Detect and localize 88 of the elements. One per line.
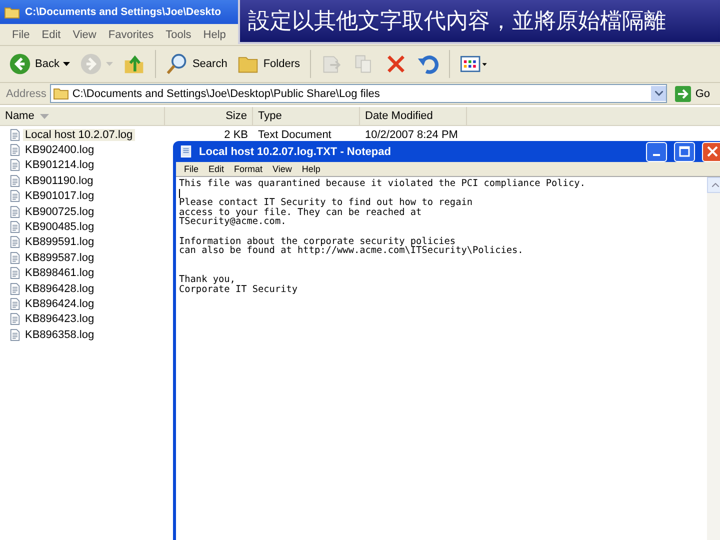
text-file-icon: [10, 128, 20, 141]
file-date: 10/2/2007 8:24 PM: [364, 128, 459, 142]
text-file-icon: [10, 267, 20, 280]
file-name[interactable]: KB901017.log: [23, 190, 96, 202]
text-file-icon: [10, 298, 20, 310]
menu-item[interactable]: View: [268, 164, 297, 174]
text-file-icon: [10, 206, 20, 218]
caret-icon: [63, 62, 70, 66]
text-file-icon: [10, 328, 20, 341]
undo-icon: [417, 53, 440, 75]
menu-item[interactable]: Help: [197, 28, 232, 40]
scrollbar[interactable]: [707, 177, 720, 540]
go-button[interactable]: Go: [671, 86, 714, 102]
text-file-icon: [10, 252, 20, 264]
text-file-icon: [10, 174, 20, 187]
menu-item[interactable]: Format: [229, 164, 268, 174]
file-name[interactable]: KB900485.log: [23, 221, 96, 234]
caption: 設定以其他文字取代內容，並將原始檔隔離: [248, 8, 666, 36]
text-file-icon: [10, 190, 20, 202]
go-arrow-icon: [675, 86, 692, 102]
file-type: Text Document: [257, 128, 332, 142]
search-icon: [166, 53, 188, 75]
minimize-icon: [653, 154, 660, 156]
close-button[interactable]: [702, 142, 720, 162]
menu-item[interactable]: File: [6, 28, 36, 40]
text-line: can also be found at http://www.acme.com\ITSecurity\Policies.: [179, 246, 524, 256]
menu-item[interactable]: Help: [296, 164, 326, 174]
menu-item[interactable]: View: [66, 28, 102, 40]
menu-item[interactable]: Edit: [204, 164, 230, 174]
file-name[interactable]: KB896428.log: [23, 282, 96, 295]
menu-item[interactable]: Favorites: [102, 28, 160, 40]
search-button[interactable]: Search: [163, 51, 230, 77]
views-icon: [460, 53, 488, 75]
file-name[interactable]: KB898461.log: [23, 267, 96, 280]
file-name[interactable]: KB900725.log: [23, 206, 96, 218]
file-name[interactable]: KB902400.log: [23, 144, 96, 156]
sort-arrow-icon: [40, 114, 50, 118]
address-field[interactable]: C:\Documents and Settings\Joe\Desktop\Public Share\Log files: [50, 84, 668, 103]
text-file-icon: [10, 144, 20, 156]
up-folder-icon: [123, 53, 146, 75]
window-title: Local host 10.2.07.log.TXT - Notepad: [199, 146, 392, 158]
text-line: Corporate IT Security: [179, 284, 299, 294]
column-header[interactable]: Date Modified: [360, 107, 467, 125]
maximize-button[interactable]: [674, 142, 695, 162]
menu-item[interactable]: Edit: [36, 28, 67, 40]
text-line: This file was quarantined because it violated the PCI compliance Policy.: [179, 179, 586, 189]
text-file-icon: [10, 313, 20, 326]
file-size: 2 KB: [223, 128, 249, 142]
address-label: Address: [6, 88, 46, 100]
menu-item[interactable]: File: [179, 164, 204, 174]
maximize-icon: [679, 146, 690, 157]
caret-icon: [106, 62, 114, 66]
menu-item[interactable]: Tools: [160, 28, 198, 40]
move-icon: [321, 53, 344, 75]
text-file-icon: [10, 159, 20, 172]
text-line: Information about the corporate security policies: [179, 236, 456, 246]
folder-icon: [4, 6, 20, 18]
dropdown-button[interactable]: [651, 86, 666, 101]
text-file-icon: [10, 221, 20, 234]
folders-button[interactable]: Folders: [234, 51, 304, 77]
file-name[interactable]: KB901214.log: [23, 159, 96, 172]
file-name[interactable]: KB899587.log: [23, 252, 96, 264]
text-line: Thank you,: [179, 274, 236, 285]
text-file-icon: [10, 282, 20, 295]
file-name[interactable]: Local host 10.2.07.log: [23, 128, 135, 141]
column-header[interactable]: Size: [165, 107, 253, 125]
folder-icon: [53, 87, 70, 100]
file-name[interactable]: KB901190.log: [23, 174, 96, 187]
file-name[interactable]: KB896358.log: [23, 328, 96, 341]
text-cursor: [179, 188, 180, 198]
text-line: TSecurity@acme.com.: [179, 217, 288, 227]
file-name[interactable]: KB896423.log: [23, 313, 96, 326]
text-line: access to your file. They can be reached at: [179, 208, 423, 218]
text-file-icon: [10, 236, 20, 248]
chevron-up-icon: [712, 183, 718, 187]
window-title: C:\Documents and Settings\Joe\Deskto: [25, 6, 222, 18]
file-name[interactable]: KB899591.log: [23, 236, 96, 248]
notepad-icon: [178, 145, 194, 158]
file-name[interactable]: KB896424.log: [23, 298, 96, 310]
delete-icon: [385, 53, 408, 75]
column-header[interactable]: Name: [0, 107, 165, 125]
text-line: Please contact IT Security to find out how to regain: [179, 198, 474, 208]
chevron-down-icon: [654, 91, 663, 96]
scroll-up-button[interactable]: [707, 177, 720, 193]
close-icon: [707, 146, 718, 157]
minimize-button[interactable]: [646, 142, 667, 162]
column-header[interactable]: Type: [253, 107, 360, 125]
back-button[interactable]: Back: [6, 51, 74, 77]
